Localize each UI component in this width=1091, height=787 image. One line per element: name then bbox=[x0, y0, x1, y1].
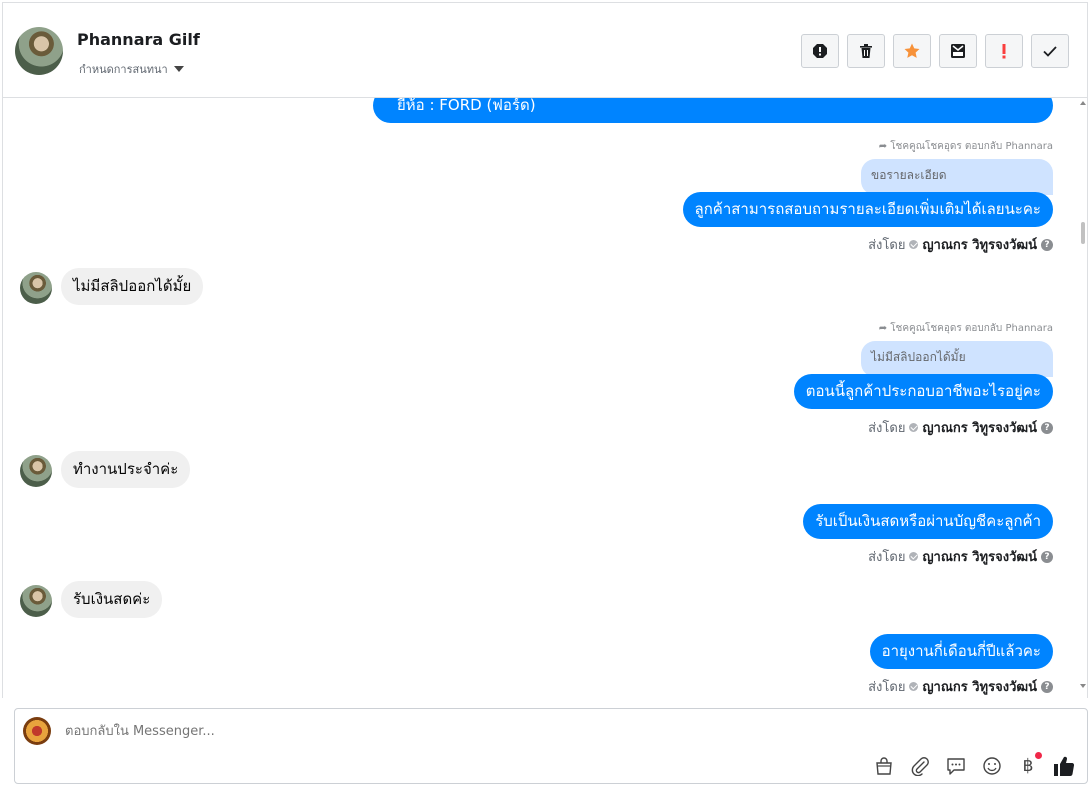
trash-icon bbox=[860, 44, 872, 58]
attachment-icon bbox=[911, 757, 929, 776]
message-text: รับเงินสดค่ะ bbox=[73, 590, 151, 608]
chevron-down-icon bbox=[173, 66, 184, 72]
message-text: ทำงานประจำค่ะ bbox=[73, 460, 179, 478]
shop-button[interactable] bbox=[873, 755, 895, 777]
avatar[interactable] bbox=[20, 585, 52, 617]
incoming-message: รับเงินสดค่ะ bbox=[61, 581, 163, 618]
check-icon bbox=[909, 240, 919, 249]
message-text: รับเป็นเงินสดหรือผ่านบัญชีคะลูกค้า bbox=[815, 512, 1041, 530]
spam-button[interactable] bbox=[801, 34, 839, 68]
mark-done-button[interactable] bbox=[1031, 34, 1069, 68]
saved-replies-button[interactable] bbox=[945, 755, 967, 777]
scroll-up-icon[interactable] bbox=[1080, 101, 1086, 105]
bag-icon bbox=[876, 757, 892, 775]
incoming-message: ไม่มีสลิปออกได้มั้ย bbox=[61, 268, 204, 305]
done-icon bbox=[1043, 46, 1057, 57]
help-icon[interactable]: ? bbox=[1041, 238, 1053, 251]
quoted-message[interactable]: ขอรายละเอียด bbox=[861, 159, 1053, 195]
message-text: ไม่มีสลิปออกได้มั้ย bbox=[73, 277, 192, 295]
important-icon bbox=[1002, 44, 1006, 59]
avatar[interactable] bbox=[20, 455, 52, 487]
incoming-message: ทำงานประจำค่ะ bbox=[61, 451, 191, 488]
sent-by-label: ส่งโดย bbox=[868, 550, 906, 565]
archive-icon bbox=[951, 44, 965, 58]
help-icon[interactable]: ? bbox=[1041, 550, 1053, 563]
reply-composer: ฿ bbox=[14, 708, 1088, 784]
mark-important-button[interactable] bbox=[985, 34, 1023, 68]
spam-icon bbox=[813, 44, 827, 58]
message-text: ตอนนี้ลูกค้าประกอบอาชีพอะไรอยู่คะ bbox=[805, 382, 1041, 400]
assign-label: กำหนดการสนทนา bbox=[79, 63, 168, 76]
message-text: ยี่ห้อ : FORD (ฟอร์ด) bbox=[397, 98, 536, 114]
emoji-button[interactable] bbox=[981, 755, 1003, 777]
avatar[interactable] bbox=[20, 272, 52, 304]
check-icon bbox=[909, 552, 919, 561]
agent-name[interactable]: ญาณกร วิทูรจงวัฒน์ bbox=[922, 546, 1037, 567]
help-icon[interactable]: ? bbox=[1041, 680, 1053, 693]
reply-meta-text: โชคคูณโชคอุดร ตอบกลับ Phannara bbox=[890, 323, 1053, 334]
contact-name[interactable]: Phannara Gilf bbox=[77, 30, 200, 49]
scrollbar[interactable] bbox=[1077, 98, 1087, 698]
sent-by: ส่งโดย ญาณกร วิทูรจงวัฒน์ ? bbox=[868, 676, 1053, 697]
message-thread[interactable]: ยี่ห้อ : FORD (ฟอร์ด) ➦ โชคคูณโชคอุดร ตอ… bbox=[2, 98, 1088, 698]
sent-by-label: ส่งโดย bbox=[868, 680, 906, 695]
scroll-thumb[interactable] bbox=[1081, 222, 1085, 244]
sent-by: ส่งโดย ญาณกร วิทูรจงวัฒน์ ? bbox=[868, 234, 1053, 255]
message-text: อายุงานกี่เดือนกี่ปีแล้วคะ bbox=[881, 642, 1041, 660]
outgoing-message: ตอนนี้ลูกค้าประกอบอาชีพอะไรอยู่คะ bbox=[793, 374, 1053, 409]
quoted-text: ไม่มีสลิปออกได้มั้ย bbox=[871, 350, 966, 364]
reply-input[interactable] bbox=[63, 723, 767, 740]
reply-meta: ➦ โชคคูณโชคอุดร ตอบกลับ Phannara bbox=[879, 321, 1053, 336]
outgoing-message: ลูกค้าสามารถสอบถามรายละเอียดเพิ่มเติมได้… bbox=[682, 192, 1053, 227]
like-button[interactable] bbox=[1053, 755, 1075, 777]
agent-name[interactable]: ญาณกร วิทูรจงวัฒน์ bbox=[922, 234, 1037, 255]
header-actions bbox=[801, 34, 1069, 68]
reply-arrow-icon: ➦ bbox=[878, 141, 888, 152]
help-icon[interactable]: ? bbox=[1041, 421, 1053, 434]
reply-meta-text: โชคคูณโชคอุดร ตอบกลับ Phannara bbox=[890, 141, 1053, 152]
reply-arrow-icon: ➦ bbox=[878, 323, 888, 334]
sent-by-label: ส่งโดย bbox=[868, 238, 906, 253]
check-icon bbox=[909, 682, 919, 691]
composer-tools: ฿ bbox=[873, 752, 1075, 777]
check-icon bbox=[909, 423, 919, 432]
quoted-message[interactable]: ไม่มีสลิปออกได้มั้ย bbox=[861, 341, 1053, 377]
star-button[interactable] bbox=[893, 34, 931, 68]
outgoing-message: อายุงานกี่เดือนกี่ปีแล้วคะ bbox=[869, 634, 1053, 669]
attach-button[interactable] bbox=[909, 755, 931, 777]
archive-button[interactable] bbox=[939, 34, 977, 68]
message-text: ลูกค้าสามารถสอบถามรายละเอียดเพิ่มเติมได้… bbox=[694, 200, 1041, 218]
contact-avatar[interactable] bbox=[15, 27, 63, 75]
like-icon bbox=[1054, 756, 1075, 777]
sent-by: ส่งโดย ญาณกร วิทูรจงวัฒน์ ? bbox=[868, 546, 1053, 567]
conversation-header: Phannara Gilf กำหนดการสนทนา bbox=[2, 2, 1088, 98]
star-icon bbox=[904, 43, 920, 58]
payment-button[interactable]: ฿ bbox=[1017, 752, 1042, 777]
delete-button[interactable] bbox=[847, 34, 885, 68]
outgoing-message: ยี่ห้อ : FORD (ฟอร์ด) bbox=[373, 98, 1053, 123]
sent-by: ส่งโดย ญาณกร วิทูรจงวัฒน์ ? bbox=[868, 417, 1053, 438]
baht-icon: ฿ bbox=[1022, 756, 1034, 776]
sent-by-label: ส่งโดย bbox=[868, 421, 906, 436]
assign-conversation-dropdown[interactable]: กำหนดการสนทนา bbox=[79, 60, 184, 78]
scroll-down-icon[interactable] bbox=[1080, 684, 1086, 688]
quoted-text: ขอรายละเอียด bbox=[871, 168, 947, 182]
agent-name[interactable]: ญาณกร วิทูรจงวัฒน์ bbox=[922, 417, 1037, 438]
page-avatar bbox=[23, 717, 51, 745]
emoji-icon bbox=[983, 757, 1001, 775]
notification-dot bbox=[1035, 752, 1042, 759]
reply-meta: ➦ โชคคูณโชคอุดร ตอบกลับ Phannara bbox=[879, 139, 1053, 154]
agent-name[interactable]: ญาณกร วิทูรจงวัฒน์ bbox=[922, 676, 1037, 697]
saved-reply-icon bbox=[947, 758, 965, 775]
outgoing-message: รับเป็นเงินสดหรือผ่านบัญชีคะลูกค้า bbox=[803, 504, 1053, 539]
